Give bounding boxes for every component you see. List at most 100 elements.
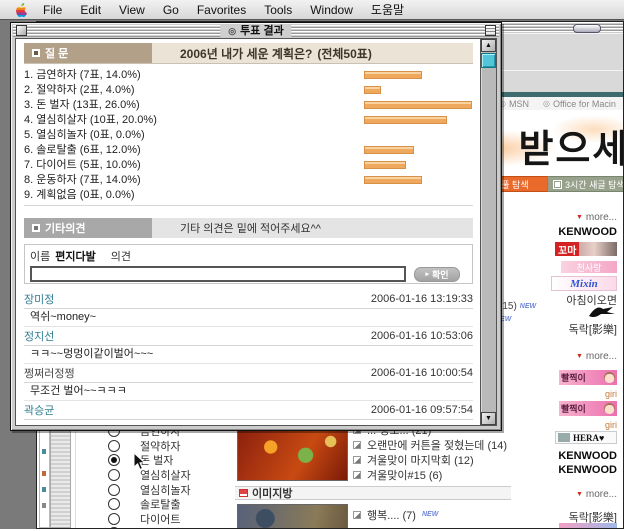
- radio-icon[interactable]: [108, 498, 120, 510]
- menu-file[interactable]: File: [34, 0, 71, 20]
- comment-header: 쩡쩌러정쩡 2006-01-16 10:00:54: [24, 364, 473, 383]
- ad-dokrak-link[interactable]: 독락[影樂]: [569, 321, 617, 337]
- image-board-title: 이미지방: [252, 485, 292, 501]
- post-thumbnail-photo[interactable]: [237, 504, 348, 528]
- poll-result-text: 9. 계획없음 (0표, 0.0%): [24, 189, 135, 201]
- more-triangle-icon: ▼: [576, 214, 583, 221]
- radio-icon[interactable]: [108, 469, 120, 481]
- poll-result-row: 5. 열심히놀자 (0표, 0.0%): [24, 128, 473, 143]
- poll-option-row[interactable]: 다이어트: [108, 512, 248, 527]
- radio-icon[interactable]: [108, 454, 120, 466]
- poll-option-label: 열심히살자: [140, 467, 191, 483]
- window-titlebar[interactable]: ◎ 투표 결과: [13, 25, 499, 37]
- scroll-down-button[interactable]: ▼: [481, 412, 496, 425]
- poll-option-label: 절약하자: [140, 438, 180, 454]
- post-row[interactable]: 오랜만에 커튼을 젖혔는데 (14): [353, 437, 553, 452]
- menu-go[interactable]: Go: [154, 0, 188, 20]
- ad-kkoma-banner[interactable]: 꼬마: [555, 242, 617, 256]
- post-thumbnail-lanterns[interactable]: [237, 424, 348, 481]
- menu-help[interactable]: 도움말: [362, 0, 413, 20]
- poll-results-list: 1. 금연하자 (7표, 14.0%) 2. 절약하자 (2표, 4.0%) 3…: [24, 68, 473, 206]
- poll-results-window: ◎ 투표 결과 질 문 2006년 내가 세운 계획은? (전체50표): [10, 22, 502, 431]
- other-opinion-label-box: 기타의견: [24, 218, 152, 238]
- ad-kkoma-label: 꼬마: [555, 242, 579, 256]
- post-icon: [353, 471, 361, 479]
- poll-result-text: 8. 운동하자 (7표, 14.0%): [24, 174, 141, 186]
- ad-ppaljjigi-banner[interactable]: 빨찍이: [559, 401, 617, 416]
- radio-icon[interactable]: [108, 484, 120, 496]
- close-button[interactable]: [16, 25, 27, 36]
- more-link[interactable]: ▼ more...: [576, 489, 617, 500]
- ad-kenwood[interactable]: KENWOOD: [558, 464, 617, 476]
- apple-menu[interactable]: [10, 3, 34, 17]
- collapse-button[interactable]: [485, 25, 496, 36]
- comment-text: [24, 420, 473, 425]
- poll-option-label: 솔로탈출: [140, 496, 180, 512]
- result-bar: [364, 86, 381, 94]
- submit-button[interactable]: ▸ 확인: [414, 267, 460, 282]
- comment-item: 쩡쩌러정쩡 2006-01-16 10:00:54 무조건 벌어~~ㅋㅋㅋ: [24, 364, 473, 401]
- browser-collapse-button[interactable]: [573, 24, 601, 33]
- poll-content: 질 문 2006년 내가 세운 계획은? (전체50표) 1. 금연하자 (7표…: [16, 39, 481, 425]
- ad-giri-link[interactable]: giri: [605, 420, 617, 430]
- scrollbar-thumb[interactable]: [481, 53, 496, 68]
- ad-mixin-banner[interactable]: Mixin: [551, 276, 617, 291]
- more-link[interactable]: ▼ more...: [576, 212, 617, 223]
- menu-tools[interactable]: Tools: [255, 0, 301, 20]
- post-row[interactable]: 겨울맞이#15 (6): [353, 467, 553, 482]
- submit-label: 확인: [432, 268, 449, 281]
- radio-icon[interactable]: [108, 527, 120, 528]
- ad-hera-banner[interactable]: HERA♥: [555, 431, 617, 444]
- post-icon: [353, 511, 361, 519]
- ad-banner-partial[interactable]: [559, 523, 617, 528]
- poll-option-row[interactable]: 열심히살자: [108, 468, 248, 483]
- more-link[interactable]: ▼ more...: [576, 351, 617, 362]
- opinion-input[interactable]: [30, 266, 406, 282]
- favorite-item[interactable]: ◎MSN: [499, 99, 529, 109]
- scroll-up-button[interactable]: ▲: [481, 39, 496, 52]
- column-divider: [75, 420, 76, 528]
- post-row[interactable]: 겨울맞이 마지막회 (12): [353, 452, 553, 467]
- poll-result-text: 6. 솔로탈출 (6표, 12.0%): [24, 144, 141, 156]
- comment-author[interactable]: 정지선: [24, 328, 54, 344]
- post-title: 행복.... (7): [367, 507, 416, 523]
- window-scrollbar[interactable]: ▲ ▼: [480, 39, 496, 425]
- poll-total-votes: (전체50표): [317, 45, 371, 62]
- window-icon: ◎: [228, 25, 236, 37]
- menu-window[interactable]: Window: [301, 0, 362, 20]
- side-strip-marker: [42, 471, 46, 476]
- radio-icon[interactable]: [108, 513, 120, 525]
- poll-option-row[interactable]: 돈 벌자: [108, 453, 248, 468]
- ad-chunsarang-banner[interactable]: 천사랑: [561, 261, 617, 273]
- browser-scrollbar-strip[interactable]: [50, 420, 71, 528]
- comment-author[interactable]: 쩡쩌러정쩡: [24, 365, 75, 381]
- ad-image: [604, 372, 615, 383]
- comment-author[interactable]: 장미정: [24, 291, 54, 307]
- ad-kenwood[interactable]: KENWOOD: [558, 450, 617, 462]
- menu-favorites[interactable]: Favorites: [188, 0, 255, 20]
- poll-option-row[interactable]: 열심히놀자: [108, 482, 248, 497]
- menu-view[interactable]: View: [110, 0, 154, 20]
- ad-kenwood[interactable]: KENWOOD: [558, 226, 617, 238]
- comment-author[interactable]: 곽승균: [24, 402, 54, 418]
- poll-option-row[interactable]: 절약하자: [108, 439, 248, 454]
- new-badge: NEW: [520, 303, 536, 310]
- radio-icon[interactable]: [108, 440, 120, 452]
- ad-hera-label: HERA♥: [573, 433, 604, 443]
- ad-giri-link[interactable]: giri: [605, 389, 617, 399]
- poll-option-row[interactable]: 운동하자: [108, 526, 248, 528]
- poll-result-row: 9. 계획없음 (0표, 0.0%): [24, 188, 473, 203]
- poll-option-row[interactable]: 솔로탈출: [108, 497, 248, 512]
- menu-edit[interactable]: Edit: [71, 0, 110, 20]
- window-title-area: ◎ 투표 결과: [220, 25, 291, 37]
- favorite-item[interactable]: ◎Office for Macin: [543, 99, 616, 109]
- ad-ppaljjigi-banner[interactable]: 빨찍이: [559, 370, 617, 385]
- post-row[interactable]: 행복.... (7) NEW: [353, 507, 553, 522]
- ad-image: [604, 403, 615, 414]
- post-icon: [353, 441, 361, 449]
- opinion-form: 이름 편지다발 의견 ▸ 확인: [24, 244, 473, 284]
- more-label: more...: [586, 489, 617, 500]
- bullet-icon: [32, 49, 40, 57]
- poll-question: 2006년 내가 세운 계획은? (전체50표): [180, 45, 372, 62]
- search-tab-new-posts[interactable]: 3시간 새글 탐색: [547, 176, 623, 192]
